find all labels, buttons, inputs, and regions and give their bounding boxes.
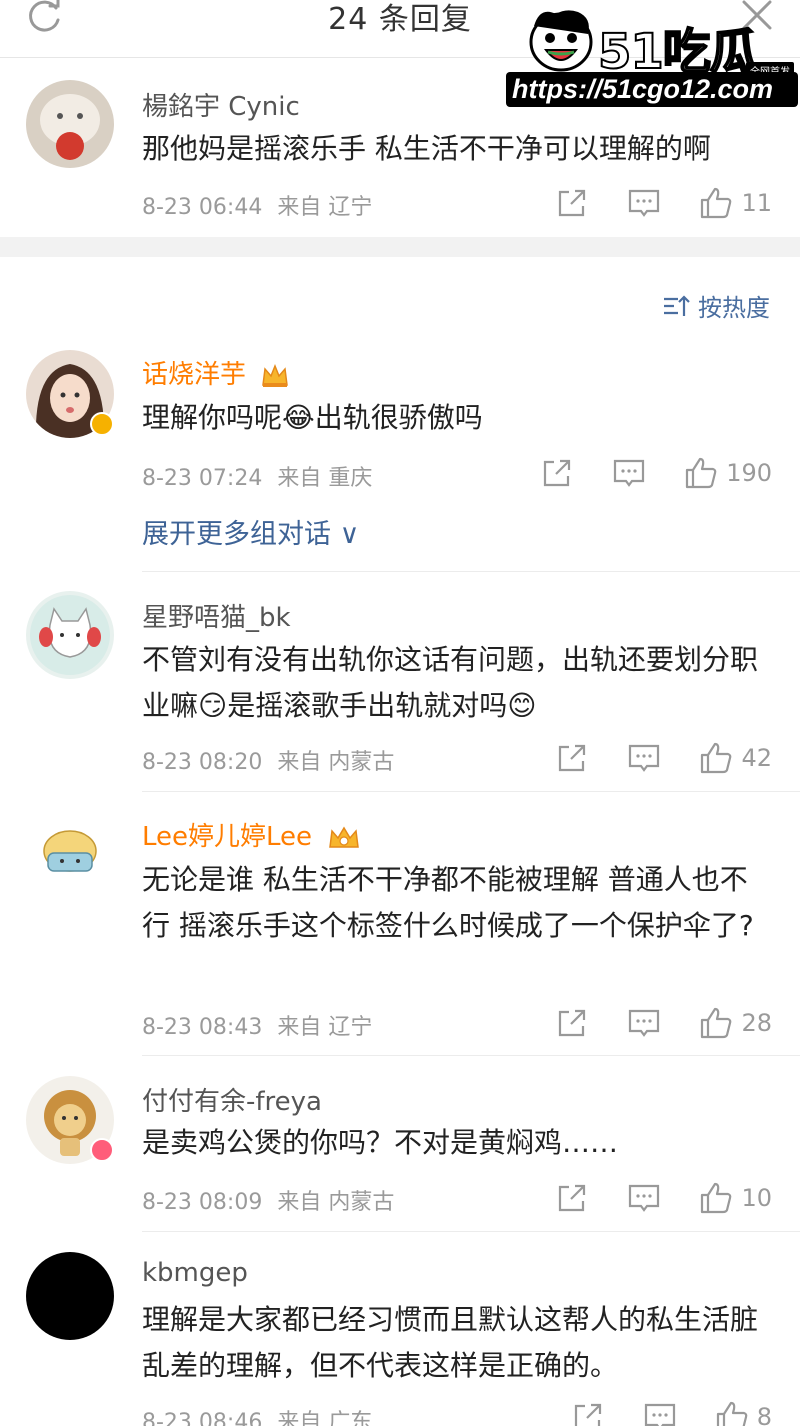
avatar[interactable] <box>26 811 114 899</box>
comment-icon[interactable] <box>627 186 661 220</box>
share-icon[interactable] <box>555 186 589 220</box>
expand-conversation-link[interactable]: 展开更多组对话 ∨ <box>142 512 359 551</box>
like-count: 8 <box>756 1403 772 1426</box>
comment-text: 是卖鸡公煲的你吗？不对是黄焖鸡…… <box>142 1126 619 1159</box>
like-count: 28 <box>741 1009 772 1037</box>
comment-actions: 190 <box>540 456 772 490</box>
crown-icon <box>262 363 289 387</box>
comment-source: 来自 重庆 <box>277 466 373 491</box>
mascot-logo <box>529 10 593 72</box>
comment-text: 理解你吗呢😂出轨很骄傲吗 <box>142 401 483 434</box>
sort-icon <box>664 294 690 316</box>
watermark-url: https://51cgo12.com <box>506 72 798 107</box>
crown-icon <box>329 826 360 848</box>
comment-date: 8-23 06:44 <box>142 195 263 220</box>
username[interactable]: Lee婷儿婷Lee <box>142 816 362 853</box>
comment-meta: 8-23 08:09 来自 内蒙古 <box>142 1184 394 1216</box>
comment-meta: 8-23 08:20 来自 内蒙古 <box>142 744 394 776</box>
comment-icon[interactable] <box>643 1400 677 1426</box>
share-icon[interactable] <box>540 456 574 490</box>
like-count: 11 <box>741 189 772 217</box>
comment-text: 理解是大家都已经习惯而且默认这帮人的私生活脏乱差的理解，但不代表这样是正确的。 <box>142 1303 759 1382</box>
username[interactable]: 星野唔猫_bk <box>142 597 291 634</box>
like-count: 10 <box>741 1184 772 1212</box>
like-icon[interactable] <box>715 1400 749 1426</box>
comment-actions: 42 <box>555 741 772 775</box>
username[interactable]: kbmgep <box>142 1258 248 1288</box>
comment-icon[interactable] <box>627 1006 661 1040</box>
comment-date: 8-23 08:20 <box>142 750 263 775</box>
comment-actions: 10 <box>555 1181 772 1215</box>
comment-icon[interactable] <box>627 1181 661 1215</box>
comment-date: 8-23 08:43 <box>142 1015 263 1040</box>
like-icon[interactable] <box>684 456 718 490</box>
sort-label: 按热度 <box>698 294 770 322</box>
comment-meta: 8-23 08:46 来自 广东 <box>142 1404 372 1426</box>
comment-meta: 8-23 08:43 来自 辽宁 <box>142 1009 372 1041</box>
divider <box>142 791 800 792</box>
username-text: 话烧洋芋 <box>142 360 247 390</box>
comment-icon[interactable] <box>627 741 661 775</box>
share-icon[interactable] <box>555 1006 589 1040</box>
comment-date: 8-23 08:09 <box>142 1190 263 1215</box>
comment-text: 那他妈是摇滚乐手 私生活不干净可以理解的啊 <box>142 132 711 165</box>
like-icon[interactable] <box>699 1181 733 1215</box>
comment-source: 来自 辽宁 <box>277 1015 373 1040</box>
share-icon[interactable] <box>555 741 589 775</box>
like-icon[interactable] <box>699 741 733 775</box>
comment-text: 不管刘有没有出轨你这话有问题，出轨还要划分职业嘛😏是摇滚歌手出轨就对吗😊 <box>142 643 759 722</box>
divider <box>142 571 800 572</box>
verified-badge <box>90 412 114 436</box>
username[interactable]: 付付有余-freya <box>142 1081 322 1118</box>
divider <box>142 1055 800 1056</box>
like-icon[interactable] <box>699 1006 733 1040</box>
member-badge <box>90 1138 114 1162</box>
comment-date: 8-23 08:46 <box>142 1410 263 1426</box>
like-count: 190 <box>726 459 772 487</box>
username[interactable]: 楊銘宇 Cynic <box>142 86 300 123</box>
like-count: 42 <box>741 744 772 772</box>
like-icon[interactable] <box>699 186 733 220</box>
avatar[interactable] <box>26 591 114 679</box>
comment-date: 8-23 07:24 <box>142 466 263 491</box>
share-icon[interactable] <box>571 1400 605 1426</box>
comment-source: 来自 内蒙古 <box>277 750 395 775</box>
comment-source: 来自 广东 <box>277 1410 373 1426</box>
avatar[interactable] <box>26 1252 114 1340</box>
comment-icon[interactable] <box>612 456 646 490</box>
username-text: Lee婷儿婷Lee <box>142 822 313 852</box>
section-divider <box>0 237 800 257</box>
watermark: 51吃瓜 全网首发 https://51cgo12.com <box>506 2 798 108</box>
comment-actions: 28 <box>555 1006 772 1040</box>
comment-source: 来自 辽宁 <box>277 195 373 220</box>
share-icon[interactable] <box>555 1181 589 1215</box>
comment-meta: 8-23 07:24 来自 重庆 <box>142 460 372 492</box>
comment-text: 无论是谁 私生活不干净都不能被理解 普通人也不行 摇滚乐手这个标签什么时候成了一… <box>142 863 754 942</box>
comment-source: 来自 内蒙古 <box>277 1190 395 1215</box>
divider <box>142 1231 800 1232</box>
comment-actions: 8 <box>571 1400 772 1426</box>
comment-actions: 11 <box>555 186 772 220</box>
avatar[interactable] <box>26 80 114 168</box>
username[interactable]: 话烧洋芋 <box>142 354 290 391</box>
comment-meta: 8-23 06:44 来自 辽宁 <box>142 189 372 221</box>
sort-toggle[interactable]: 按热度 <box>662 288 770 323</box>
